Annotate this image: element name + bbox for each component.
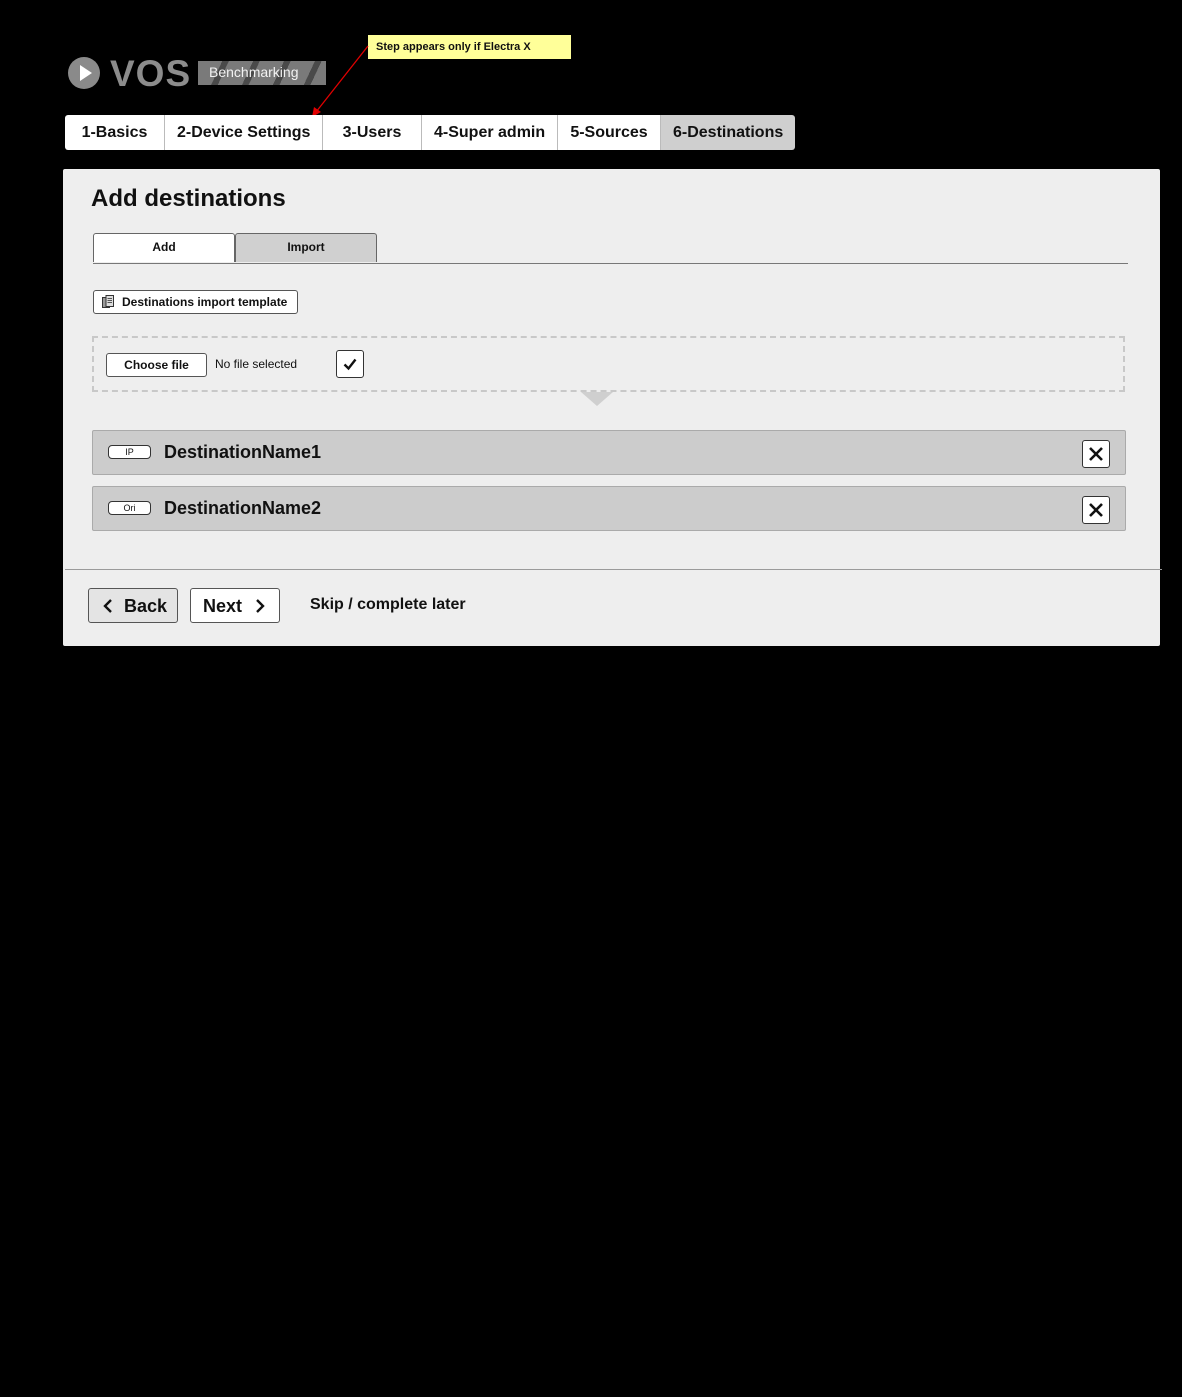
back-button[interactable]: Back <box>88 588 178 623</box>
checkmark-icon <box>343 358 357 371</box>
logo-name: VOS <box>110 53 192 94</box>
destination-name: DestinationName1 <box>164 442 322 462</box>
subtab-bar: Add Import <box>93 233 1128 264</box>
play-circle-icon <box>68 57 100 89</box>
destination-row: Ori DestinationName2 <box>92 486 1126 531</box>
destination-name: DestinationName2 <box>164 498 322 518</box>
annotation-arrow <box>312 45 369 117</box>
step-device-settings[interactable]: 2-Device Settings <box>165 115 323 150</box>
close-icon <box>1089 447 1103 461</box>
wizard-steps: 1-Basics 2-Device Settings 3-Users 4-Sup… <box>65 115 795 150</box>
file-dropzone[interactable]: Choose file No file selected <box>92 336 1125 392</box>
page-title: Add destinations <box>91 185 286 212</box>
next-label: Next <box>203 596 243 616</box>
tab-import[interactable]: Import <box>235 233 377 262</box>
logo-subtitle: Benchmarking <box>209 64 299 80</box>
import-template-button[interactable]: Destinations import template <box>93 290 299 314</box>
step-super-admin[interactable]: 4-Super admin <box>422 115 558 150</box>
destination-row: IP DestinationName1 <box>92 430 1126 475</box>
dropzone-pointer <box>581 392 613 406</box>
footer-divider <box>65 569 1162 570</box>
import-template-label: Destinations import template <box>122 295 288 309</box>
skip-link[interactable]: Skip / complete later <box>310 596 466 614</box>
destination-type-badge: Ori <box>108 501 151 515</box>
remove-destination-button[interactable] <box>1082 440 1110 468</box>
step-sources[interactable]: 5-Sources <box>558 115 661 150</box>
tab-add[interactable]: Add <box>93 233 235 262</box>
document-icon <box>102 295 114 308</box>
destination-type-badge: IP <box>108 445 151 459</box>
close-icon <box>1089 503 1103 517</box>
step-basics[interactable]: 1-Basics <box>65 115 165 150</box>
chevron-right-icon <box>256 599 265 613</box>
destinations-panel: Add destinations Add Import Destinations… <box>63 169 1162 646</box>
file-status: No file selected <box>215 357 298 371</box>
step-destinations[interactable]: 6-Destinations <box>661 115 795 150</box>
remove-destination-button[interactable] <box>1082 496 1110 524</box>
logo: VOS Benchmarking <box>68 53 328 94</box>
step-users[interactable]: 3-Users <box>323 115 422 150</box>
confirm-import-button[interactable] <box>336 350 364 378</box>
annotation-note: Step appears only if Electra X <box>368 35 571 59</box>
next-button[interactable]: Next <box>190 588 280 623</box>
chevron-left-icon <box>103 599 112 613</box>
choose-file-button[interactable]: Choose file <box>106 353 207 377</box>
back-label: Back <box>124 596 168 616</box>
